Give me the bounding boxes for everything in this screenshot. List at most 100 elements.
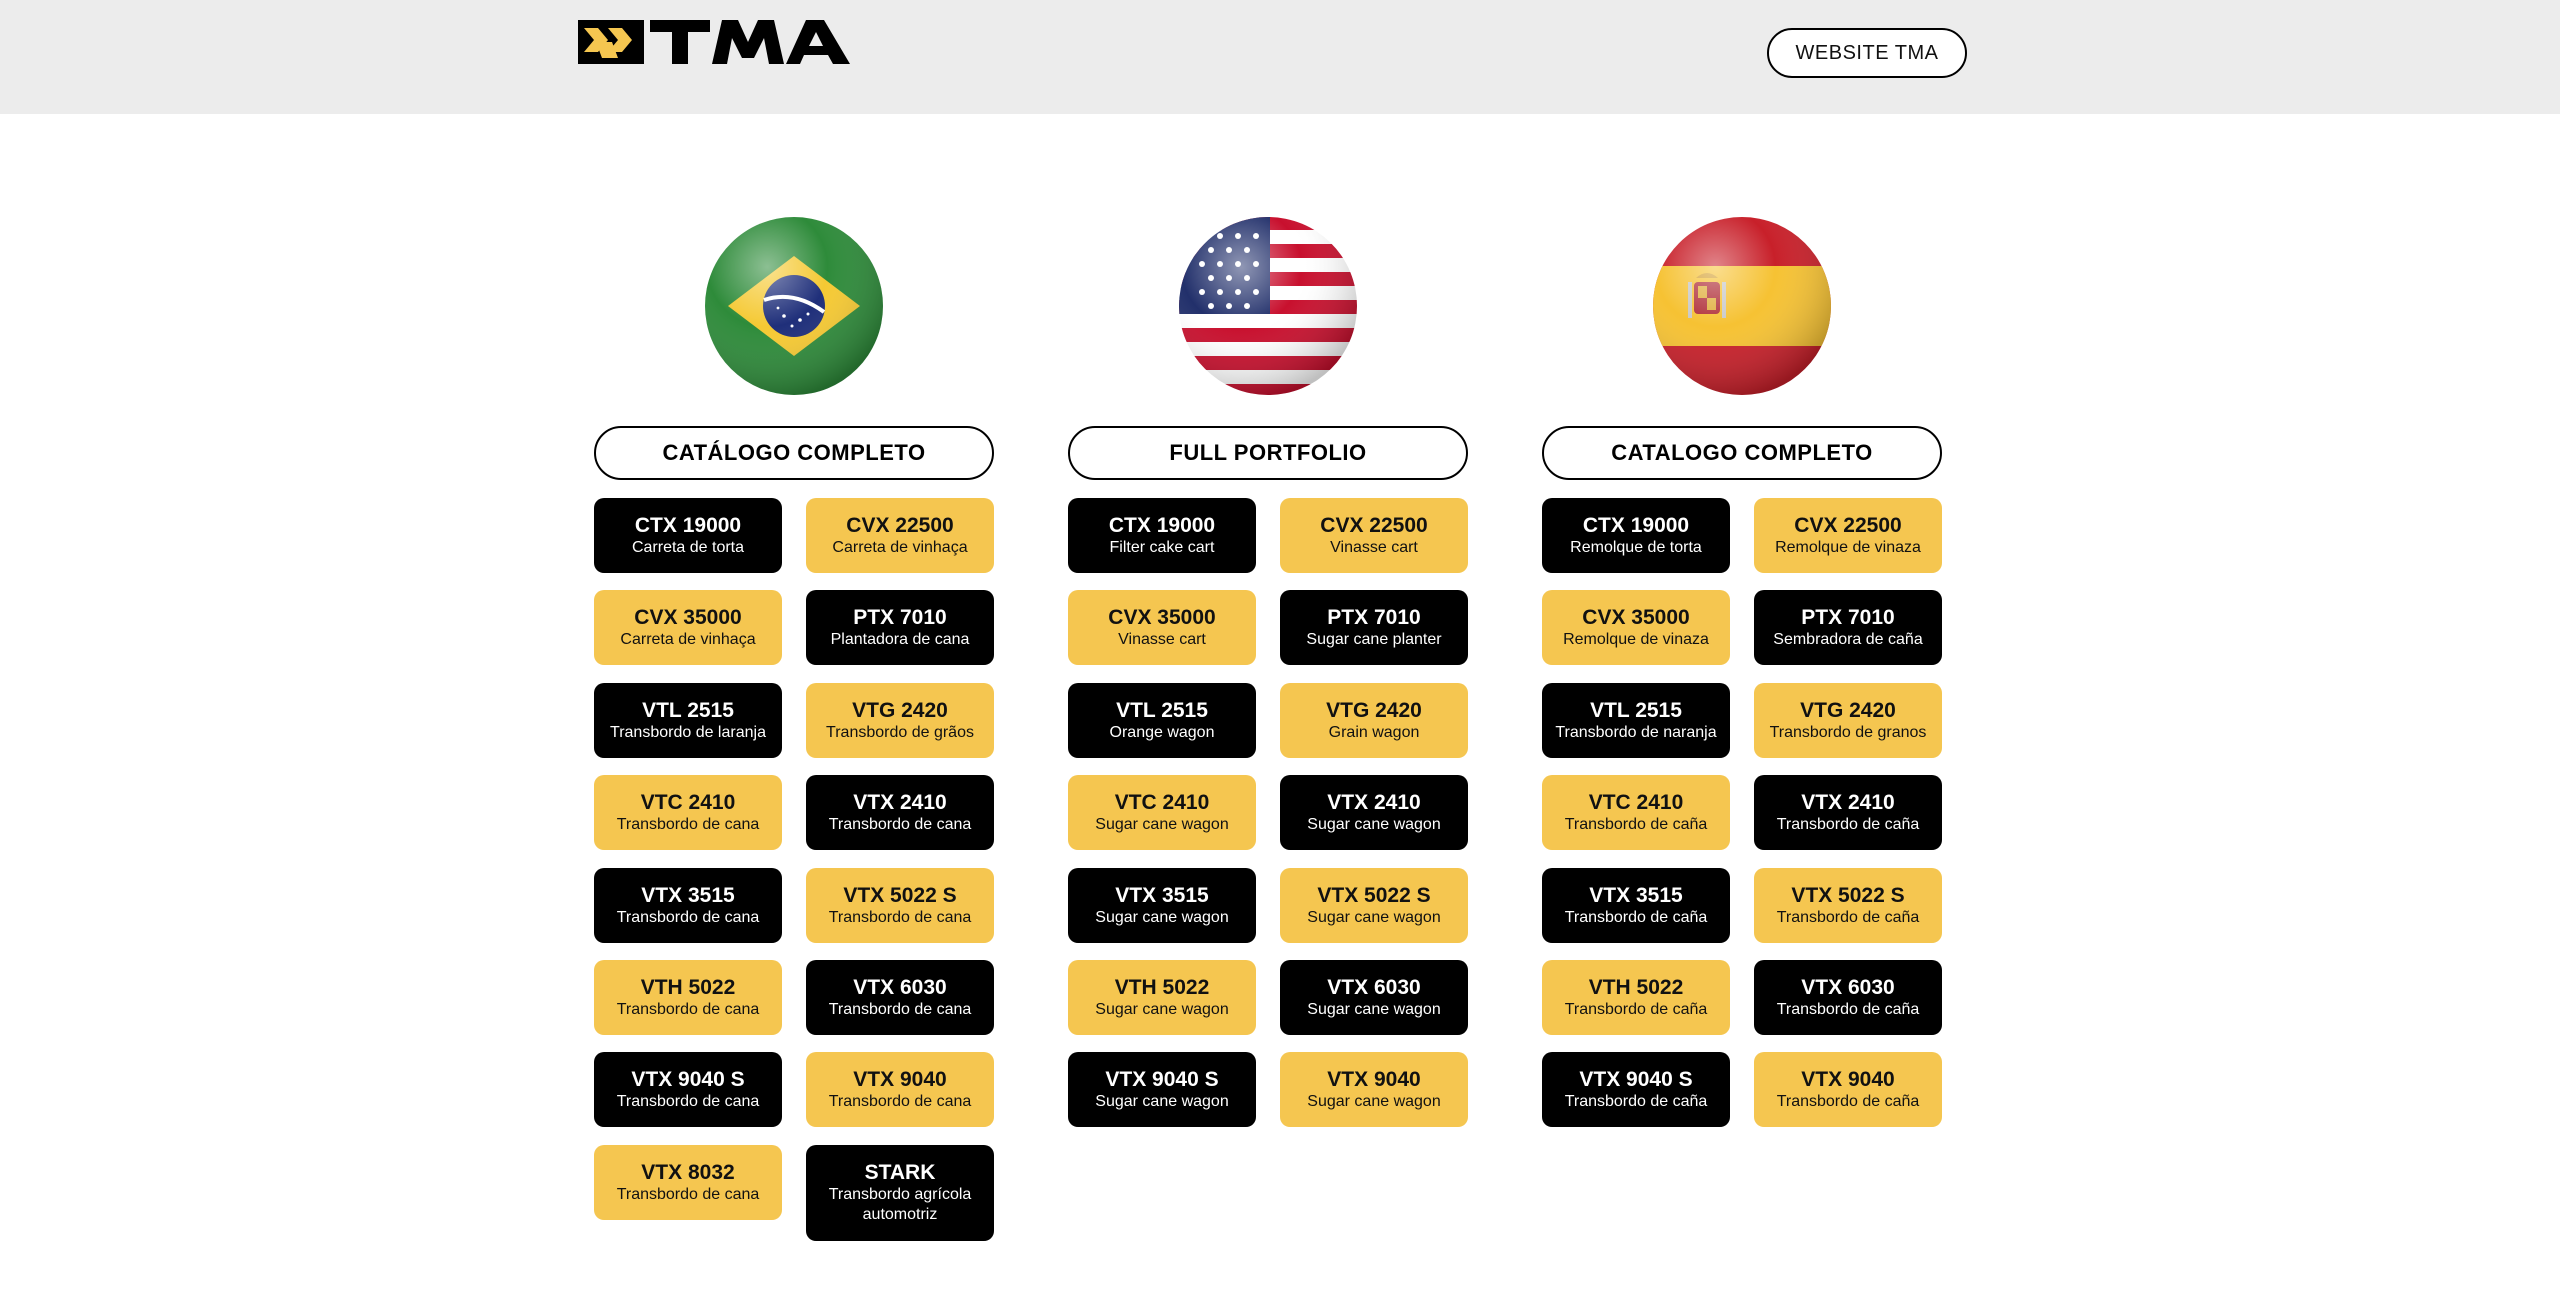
product-description: Transbordo de cana: [616, 1000, 760, 1018]
product-button-en[interactable]: VTX 6030 Sugar cane wagon: [1280, 960, 1468, 1035]
product-button-es[interactable]: CVX 22500 Remolque de vinaza: [1754, 498, 1942, 573]
product-button-en[interactable]: VTX 9040 Sugar cane wagon: [1280, 1052, 1468, 1127]
product-name: VTX 6030: [1327, 975, 1421, 999]
product-name: VTH 5022: [1114, 975, 1210, 999]
product-button-es[interactable]: VTX 6030 Transbordo de caña: [1754, 960, 1942, 1035]
product-description: Transbordo de caña: [1776, 1092, 1920, 1110]
product-name: VTC 2410: [1588, 790, 1684, 814]
product-description: Transbordo de caña: [1564, 1092, 1708, 1110]
product-button-pt[interactable]: VTC 2410 Transbordo de cana: [594, 775, 782, 850]
product-description: Sugar cane planter: [1306, 630, 1442, 648]
product-name: VTX 3515: [1589, 883, 1683, 907]
product-button-en[interactable]: VTC 2410 Sugar cane wagon: [1068, 775, 1256, 850]
product-description: Transbordo de caña: [1776, 1000, 1920, 1018]
product-name: VTX 9040 S: [631, 1067, 745, 1091]
product-button-pt[interactable]: CVX 35000 Carreta de vinhaça: [594, 590, 782, 665]
product-description: Sugar cane wagon: [1307, 815, 1441, 833]
product-button-en[interactable]: VTX 9040 S Sugar cane wagon: [1068, 1052, 1256, 1127]
product-description: Transbordo agrícola automotriz: [828, 1186, 972, 1223]
product-name: VTG 2420: [852, 698, 948, 722]
product-button-pt[interactable]: VTX 5022 S Transbordo de cana: [806, 868, 994, 943]
product-name: VTX 5022 S: [1317, 883, 1431, 907]
product-button-pt[interactable]: STARK Transbordo agrícola automotriz: [806, 1145, 994, 1241]
product-button-es[interactable]: VTX 3515 Transbordo de caña: [1542, 868, 1730, 943]
product-description: Transbordo de cana: [828, 1092, 972, 1110]
product-description: Sugar cane wagon: [1307, 908, 1441, 926]
product-name: PTX 7010: [1327, 605, 1421, 629]
product-button-en[interactable]: VTX 3515 Sugar cane wagon: [1068, 868, 1256, 943]
usa-flag-icon: [1179, 217, 1357, 395]
product-name: VTX 3515: [641, 883, 735, 907]
product-button-es[interactable]: VTX 9040 Transbordo de caña: [1754, 1052, 1942, 1127]
product-button-pt[interactable]: VTX 2410 Transbordo de cana: [806, 775, 994, 850]
product-name: VTG 2420: [1326, 698, 1422, 722]
catalog-button-pt[interactable]: CATÁLOGO COMPLETO: [594, 426, 994, 480]
product-name: CTX 19000: [1582, 513, 1690, 537]
product-name: CTX 19000: [1108, 513, 1216, 537]
product-button-en[interactable]: CVX 35000 Vinasse cart: [1068, 590, 1256, 665]
product-name: VTX 9040: [1327, 1067, 1421, 1091]
product-name: VTL 2515: [1116, 698, 1208, 722]
product-name: CVX 35000: [634, 605, 742, 629]
product-name: VTX 9040 S: [1579, 1067, 1693, 1091]
product-button-es[interactable]: VTC 2410 Transbordo de caña: [1542, 775, 1730, 850]
product-description: Transbordo de caña: [1776, 815, 1920, 833]
product-button-pt[interactable]: VTX 9040 Transbordo de cana: [806, 1052, 994, 1127]
product-description: Sugar cane wagon: [1095, 1000, 1229, 1018]
product-button-es[interactable]: VTX 2410 Transbordo de caña: [1754, 775, 1942, 850]
product-button-es[interactable]: VTG 2420 Transbordo de granos: [1754, 683, 1942, 758]
product-name: VTX 2410: [853, 790, 947, 814]
catalog-button-es[interactable]: CATALOGO COMPLETO: [1542, 426, 1942, 480]
product-description: Sugar cane wagon: [1095, 815, 1229, 833]
product-button-pt[interactable]: VTX 8032 Transbordo de cana: [594, 1145, 782, 1220]
product-button-es[interactable]: VTL 2515 Transbordo de naranja: [1542, 683, 1730, 758]
product-name: VTC 2410: [640, 790, 736, 814]
product-button-en[interactable]: VTX 5022 S Sugar cane wagon: [1280, 868, 1468, 943]
product-button-pt[interactable]: VTX 9040 S Transbordo de cana: [594, 1052, 782, 1127]
product-name: VTX 9040: [1801, 1067, 1895, 1091]
product-description: Sugar cane wagon: [1095, 1092, 1229, 1110]
product-description: Vinasse cart: [1330, 538, 1418, 556]
product-description: Plantadora de cana: [830, 630, 970, 648]
product-button-pt[interactable]: CVX 22500 Carreta de vinhaça: [806, 498, 994, 573]
catalog-button-en[interactable]: FULL PORTFOLIO: [1068, 426, 1468, 480]
product-description: Transbordo de cana: [616, 1185, 760, 1203]
product-button-en[interactable]: CTX 19000 Filter cake cart: [1068, 498, 1256, 573]
product-button-es[interactable]: VTH 5022 Transbordo de caña: [1542, 960, 1730, 1035]
product-description: Transbordo de naranja: [1555, 723, 1717, 741]
product-button-es[interactable]: PTX 7010 Sembradora de caña: [1754, 590, 1942, 665]
product-button-pt[interactable]: VTX 3515 Transbordo de cana: [594, 868, 782, 943]
product-description: Remolque de vinaza: [1775, 538, 1921, 556]
product-description: Transbordo de laranja: [610, 723, 766, 741]
product-button-pt[interactable]: VTL 2515 Transbordo de laranja: [594, 683, 782, 758]
product-button-pt[interactable]: VTG 2420 Transbordo de grãos: [806, 683, 994, 758]
product-description: Sugar cane wagon: [1307, 1000, 1441, 1018]
product-name: CVX 35000: [1582, 605, 1690, 629]
product-button-pt[interactable]: VTX 6030 Transbordo de cana: [806, 960, 994, 1035]
website-tma-button[interactable]: WEBSITE TMA: [1767, 28, 1967, 78]
product-name: VTX 5022 S: [843, 883, 957, 907]
product-description: Remolque de torta: [1570, 538, 1702, 556]
product-description: Sembradora de caña: [1773, 630, 1923, 648]
product-name: STARK: [864, 1161, 936, 1184]
tma-logo-wordmark: [650, 20, 850, 64]
product-description: Transbordo de cana: [828, 908, 972, 926]
product-button-es[interactable]: VTX 9040 S Transbordo de caña: [1542, 1052, 1730, 1127]
product-button-en[interactable]: VTX 2410 Sugar cane wagon: [1280, 775, 1468, 850]
product-button-en[interactable]: VTL 2515 Orange wagon: [1068, 683, 1256, 758]
site-header: WEBSITE TMA: [0, 0, 2560, 114]
product-button-en[interactable]: VTH 5022 Sugar cane wagon: [1068, 960, 1256, 1035]
product-description: Transbordo de caña: [1564, 1000, 1708, 1018]
product-description: Filter cake cart: [1109, 538, 1215, 556]
product-button-es[interactable]: CVX 35000 Remolque de vinaza: [1542, 590, 1730, 665]
product-button-pt[interactable]: CTX 19000 Carreta de torta: [594, 498, 782, 573]
product-button-pt[interactable]: VTH 5022 Transbordo de cana: [594, 960, 782, 1035]
product-button-pt[interactable]: PTX 7010 Plantadora de cana: [806, 590, 994, 665]
product-button-en[interactable]: PTX 7010 Sugar cane planter: [1280, 590, 1468, 665]
product-button-en[interactable]: CVX 22500 Vinasse cart: [1280, 498, 1468, 573]
product-button-en[interactable]: VTG 2420 Grain wagon: [1280, 683, 1468, 758]
tma-logo[interactable]: [578, 18, 852, 68]
product-button-es[interactable]: CTX 19000 Remolque de torta: [1542, 498, 1730, 573]
product-button-es[interactable]: VTX 5022 S Transbordo de caña: [1754, 868, 1942, 943]
product-description: Remolque de vinaza: [1563, 630, 1709, 648]
